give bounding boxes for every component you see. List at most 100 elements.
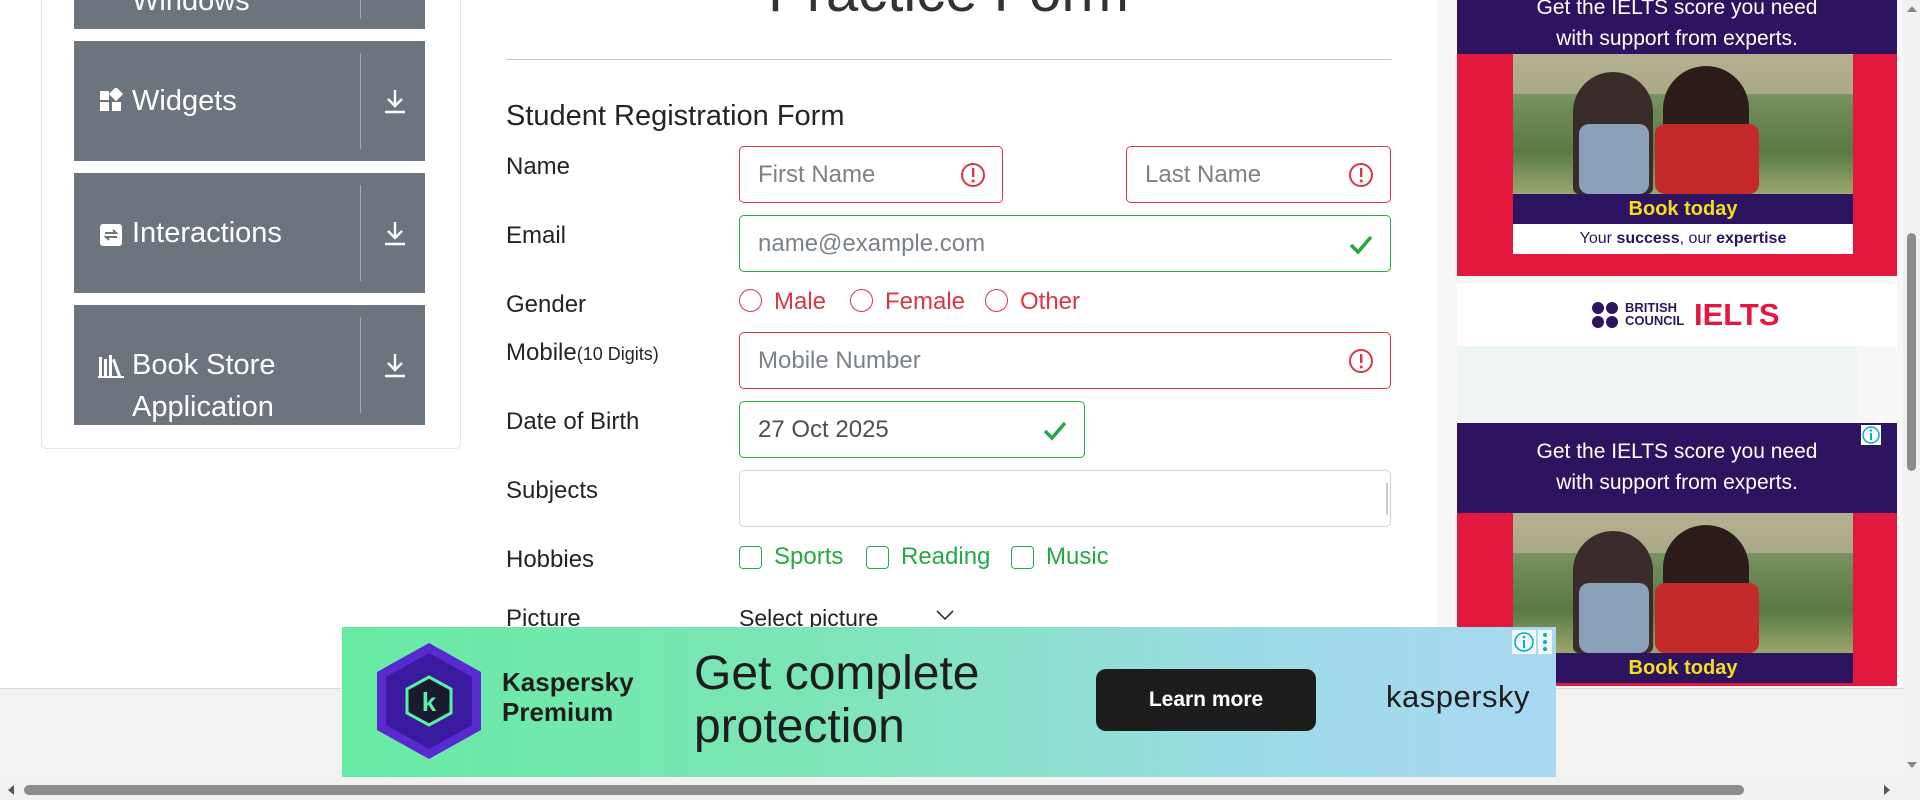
vertical-scrollbar[interactable] <box>1903 0 1920 780</box>
horizontal-scroll-thumb[interactable] <box>24 785 1744 795</box>
checkmark-icon <box>1349 235 1373 255</box>
error-icon <box>1349 349 1373 373</box>
label-line-2: Application <box>132 391 274 423</box>
headline-line: protection <box>694 700 905 753</box>
sidebar-group-interactions[interactable]: Interactions <box>74 173 425 293</box>
error-icon <box>1349 163 1373 187</box>
divider <box>360 53 361 149</box>
sidebar-group-label: Windows <box>132 0 250 17</box>
checkbox-label[interactable]: Sports <box>774 542 843 572</box>
divider <box>360 317 361 413</box>
radio-circle[interactable] <box>985 289 1008 312</box>
first-name-input[interactable]: First Name <box>739 146 1003 203</box>
tagline-bold: success <box>1616 230 1680 247</box>
gender-label: Gender <box>506 291 587 318</box>
ielts-headline: Get the IELTS score you need with suppor… <box>1457 423 1897 513</box>
ielts-brand-strip: BRITISH COUNCIL IELTS <box>1457 284 1897 346</box>
ielts-book-button[interactable]: Book today <box>1513 194 1853 224</box>
chevron-down-icon[interactable] <box>934 604 956 626</box>
form-heading: Student Registration Form <box>506 100 845 132</box>
kaspersky-wordmark: kaspersky <box>1386 679 1531 714</box>
ielts-headline: Get the IELTS score you need with suppor… <box>1457 0 1897 54</box>
ielts-tagline: Your success, our expertise <box>1513 224 1853 254</box>
checkbox[interactable] <box>739 546 762 569</box>
scroll-right-arrow-icon[interactable] <box>1880 783 1894 797</box>
checkbox[interactable] <box>1011 546 1034 569</box>
product-line: Premium <box>502 697 614 727</box>
download-arrow-icon[interactable] <box>380 86 410 116</box>
ielts-book-button[interactable]: Book today <box>1513 653 1853 683</box>
mobile-input[interactable]: Mobile Number <box>739 332 1391 389</box>
sidebar-group-label: Book Store Application <box>132 344 275 425</box>
tagline-part: , our <box>1679 230 1717 247</box>
ielts-headline-line-1: Get the IELTS score you need <box>1536 440 1818 463</box>
download-arrow-icon[interactable] <box>380 218 410 248</box>
ielts-photo <box>1513 513 1853 653</box>
hobbies-label: Hobbies <box>506 546 595 573</box>
product-line: Kaspersky <box>502 667 634 697</box>
ad-info-icon[interactable] <box>1512 630 1536 654</box>
subjects-input[interactable] <box>739 470 1391 527</box>
scroll-down-arrow-icon[interactable] <box>1905 758 1919 772</box>
first-name-placeholder: First Name <box>758 161 876 188</box>
subjects-caret <box>1386 483 1388 515</box>
ielts-headline-line-2: with support from experts. <box>1556 471 1798 494</box>
ielts-ad-1[interactable]: Get the IELTS score you need with suppor… <box>1457 0 1897 346</box>
vertical-scroll-thumb[interactable] <box>1907 233 1916 471</box>
sidebar-group-widgets[interactable]: Widgets <box>74 41 425 161</box>
headline-line: Get complete <box>694 647 980 700</box>
ielts-headline-line-2: with support from experts. <box>1556 27 1798 50</box>
download-arrow-icon[interactable] <box>380 350 410 380</box>
label-line-1: Book Store <box>132 349 276 381</box>
ad-options-icon[interactable] <box>1538 630 1552 654</box>
sidebar-group-alerts-windows[interactable]: Windows <box>74 0 425 29</box>
dob-value: 27 Oct 2025 <box>758 416 889 443</box>
ielts-logo-text: IELTS <box>1694 297 1780 332</box>
ielts-photo <box>1513 54 1853 194</box>
radio-circle[interactable] <box>850 289 873 312</box>
ielts-headline-line-1: Get the IELTS score you need <box>1536 0 1818 19</box>
checkbox[interactable] <box>866 546 889 569</box>
sidebar-group-label: Widgets <box>132 85 237 117</box>
subjects-label: Subjects <box>506 477 599 504</box>
mobile-hint: (10 Digits) <box>576 344 659 364</box>
last-name-input[interactable]: Last Name <box>1126 146 1391 203</box>
british-council-text: BRITISH COUNCIL <box>1625 301 1684 327</box>
widgets-icon <box>100 88 124 111</box>
radio-circle[interactable] <box>739 289 762 312</box>
divider <box>360 0 361 19</box>
kaspersky-product-name: Kaspersky Premium <box>502 667 634 727</box>
ad-gap-pattern <box>1457 346 1857 422</box>
mobile-label-text: Mobile <box>506 339 577 366</box>
checkmark-icon <box>1043 421 1067 441</box>
tagline-part: Your <box>1579 230 1617 247</box>
radio-label[interactable]: Other <box>1020 287 1080 317</box>
ad-info-icon[interactable] <box>1861 425 1881 445</box>
name-label: Name <box>506 153 571 180</box>
tagline-bold: expertise <box>1716 230 1787 247</box>
horizontal-scrollbar[interactable] <box>0 780 1920 800</box>
sidebar-group-book-store[interactable]: Book Store Application <box>74 305 425 425</box>
radio-label[interactable]: Female <box>885 287 965 317</box>
sidebar-group-label: Interactions <box>132 217 282 249</box>
kaspersky-logo-icon: k <box>377 643 481 759</box>
dob-input[interactable]: 27 Oct 2025 <box>739 401 1085 458</box>
checkbox-label[interactable]: Reading <box>901 542 990 572</box>
learn-more-button[interactable]: Learn more <box>1096 669 1316 731</box>
kaspersky-ad[interactable]: k Kaspersky Premium Get complete protect… <box>342 627 1556 777</box>
brand-line: COUNCIL <box>1625 313 1685 328</box>
email-input[interactable]: name@example.com <box>739 215 1391 272</box>
scroll-left-arrow-icon[interactable] <box>4 783 18 797</box>
mobile-label: Mobile(10 Digits) <box>506 339 659 367</box>
title-divider <box>506 59 1391 60</box>
british-council-logo-icon <box>1592 302 1618 328</box>
scroll-up-arrow-icon[interactable] <box>1905 2 1919 16</box>
radio-label[interactable]: Male <box>774 287 826 317</box>
checkbox-label[interactable]: Music <box>1046 542 1109 572</box>
divider <box>360 185 361 281</box>
email-placeholder: name@example.com <box>758 230 986 257</box>
kaspersky-headline: Get complete protection <box>694 647 979 753</box>
dob-label: Date of Birth <box>506 408 640 435</box>
email-label: Email <box>506 222 567 249</box>
mobile-placeholder: Mobile Number <box>758 347 921 374</box>
